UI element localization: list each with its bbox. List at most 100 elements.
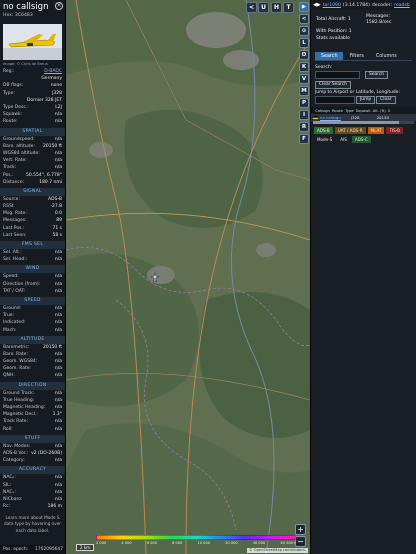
section-speed-header[interactable]: SPEED [0,296,65,305]
jump-button[interactable]: Jump [356,96,376,105]
aircraft-photo [3,24,62,60]
map-view[interactable]: < U H T + − 2 000 4 000 6 000 8 000 10 000 20… [66,0,310,554]
basic-type-label: Type: [3,90,15,96]
filter-chip-uat-ads-r[interactable]: UAT / ADS-R [334,127,366,134]
altitude-geom-wgs84-value: n/a [54,359,62,365]
decoder-link[interactable]: readsb [394,3,410,8]
collapse-arrows-icon[interactable]: ◀▶ [313,2,321,8]
clear-search-button[interactable]: Clear Search [315,81,351,89]
map-button-h[interactable]: H [271,2,282,13]
tab-columns[interactable]: Columns [370,52,403,60]
basic-info-value: Germany [41,76,62,82]
map-button-t[interactable]: T [283,2,294,13]
filter-chip-tis-b[interactable]: TIS-B [386,127,403,134]
accuracy-nicbaro-row: NICbaro: n/a [0,496,65,503]
layer-button-center[interactable]: ⊙ [299,26,309,36]
panel-topbar: ◀▶ tar1090 (3.14.1784) decoder: readsb [311,0,416,10]
wind-direction-from-row: Direction (from): n/a [0,281,65,288]
accuracy-nac-row: NACᵥ: n/a [0,489,65,496]
stuff-ads-b-ver-value: v2 (DO-260B) [31,450,62,456]
layer-button-r[interactable]: R [299,122,309,132]
layer-button-back[interactable]: < [299,14,309,24]
table-row[interactable]: no callsign J328 20150 [311,114,416,121]
basic-reg-value[interactable]: D-BADC [44,69,62,74]
basic-squawk-label: Squawk: [3,112,23,118]
map-basemap [66,0,310,554]
help-note: Learn more about Mode S data type by hov… [3,515,62,533]
zoom-out-button[interactable]: − [295,536,306,547]
basic-info-row: Dornier 328 JET [0,97,65,104]
hex-code: Hex: 3C6483 [3,13,33,18]
altitude-geom-wgs84-label: Geom. WGS84: [3,359,38,365]
stats-available[interactable]: Stats available [316,36,350,42]
column-header-type[interactable]: Type [345,108,354,113]
column-header-squawk[interactable]: Squawk [356,108,371,113]
stuff-category-row: Category: n/a [0,457,65,464]
accuracy-sil-label: SIL: [3,482,12,488]
tab-filters[interactable]: Filters [343,52,369,60]
filter-chip-ads-c[interactable]: ADS-C [351,136,371,143]
speed-ground-row: Ground: n/a [0,305,65,312]
section-wind-header[interactable]: WIND [0,265,65,274]
clear-row: Clear Search [315,81,412,89]
column-header-route[interactable]: Route [332,108,343,113]
tab-search[interactable]: Search [315,52,344,60]
filter-chip-mlat[interactable]: MLAT [367,127,385,134]
layer-button-expand[interactable]: ▶ [299,2,309,12]
spatial-pos-row: Pos.: 50.554°, 6.778° [0,171,65,178]
search-label: Search: [315,65,333,70]
stuff-nav-modes-value: n/a [54,443,62,449]
speed-true-label: True: [3,313,15,319]
section-direction-header[interactable]: DIRECTION [0,381,65,390]
stuff-nav-modes-row: Nav. Modes: n/a [0,443,65,450]
filter-chip-mode-s[interactable]: Mode-S [314,136,336,143]
layer-button-i[interactable]: I [299,110,309,120]
stuff-nav-modes-label: Nav. Modes: [3,443,31,449]
map-button-u[interactable]: U [258,2,269,13]
layer-button-f[interactable]: F [299,134,309,144]
signal-last-seen-row: Last Seen: 58 s [0,232,65,239]
signal-msg-rate-value: 0.0 [54,211,62,217]
layer-button-l[interactable]: L [299,38,309,48]
spatial-wgs84-altitude-row: WGS84 altitude: n/a [0,150,65,157]
clear-jump-button[interactable]: Clear [376,96,396,105]
fms-sel-sel-alt-label: Sel. Alt.: [3,250,22,256]
wind-tat-oat-label: TAT / OAT: [3,288,26,294]
section-accuracy-header[interactable]: ACCURACY [0,466,65,475]
jump-input[interactable] [315,96,355,105]
section-spatial-header[interactable]: SPATIAL [0,127,65,136]
column-header-s[interactable]: S [388,108,390,113]
layer-button-v[interactable]: V [299,74,309,84]
jump-row: Jump Clear [315,96,412,105]
search-button[interactable]: Search [365,71,389,79]
section-stuff-header[interactable]: STUFF [0,434,65,443]
direction-ground-track-value: n/a [54,390,62,396]
direction-roll-label: Roll: [3,426,13,432]
wind-direction-from-value: n/a [54,281,62,287]
section-fms-sel-header[interactable]: FMS SEL [0,240,65,249]
map-attribution[interactable]: © OpenStreetMap contributors. [247,548,308,553]
layer-button-p[interactable]: P [299,98,309,108]
spatial-distance-label: Distance: [3,179,25,185]
zoom-in-button[interactable]: + [295,524,306,535]
section-altitude-header[interactable]: ALTITUDE [0,335,65,344]
filter-chip-ais[interactable]: AIS [337,136,350,143]
spatial-wgs84-altitude-value: n/a [54,150,62,156]
source-filter-chips: ADS-B UAT / ADS-R MLAT TIS-B Mode-S AIS ADS-C [311,124,416,143]
layer-button-m[interactable]: M [299,86,309,96]
layer-button-k[interactable]: K [299,62,309,72]
column-header-alt-ft[interactable]: Alt. (ft) [373,108,386,113]
close-icon[interactable]: × [55,2,63,10]
search-input[interactable] [315,71,360,79]
version-link[interactable]: tar1090 [323,3,341,8]
accuracy-nicbaro-label: NICbaro: [3,496,23,502]
section-signal-header[interactable]: SIGNAL [0,187,65,196]
row-type: J328 [351,115,360,120]
direction-true-heading-row: True Heading: n/a [0,397,65,404]
layer-button-o[interactable]: O [299,50,309,60]
altitude-legend-label: 30 000 [252,541,266,545]
column-header-callsign[interactable]: Callsign [315,108,330,113]
row-callsign[interactable]: no callsign [320,115,341,120]
filter-chip-ads-b[interactable]: ADS-B [314,127,333,134]
map-button-back[interactable]: < [246,2,257,13]
